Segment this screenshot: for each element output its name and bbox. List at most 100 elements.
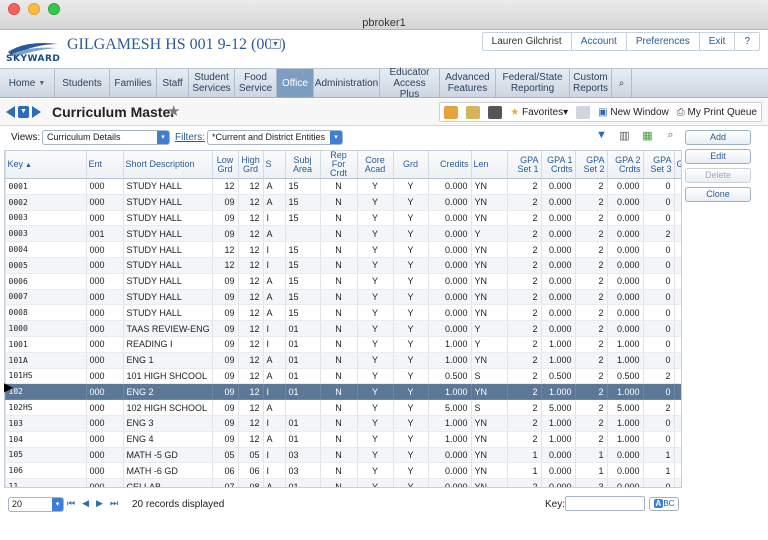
close-window-button[interactable]: [8, 3, 20, 15]
edit-button[interactable]: Edit: [685, 149, 751, 164]
table-row[interactable]: ▶102000ENG 20912I01NYY1.000YN21.00021.00…: [5, 383, 681, 401]
table-row[interactable]: ▶101HS000101 HIGH SHCOOL0912A01NYY0.500S…: [5, 368, 681, 385]
column-header-ent[interactable]: Ent: [86, 151, 124, 179]
cell-len: Y: [471, 336, 508, 353]
nav-tab-student-services[interactable]: Student Services: [189, 69, 235, 97]
table-row[interactable]: ▶0003000STUDY HALL0912I15NYY0.000YN20.00…: [5, 210, 681, 227]
column-header-gpa-1-crdts[interactable]: GPA 1 Crdts: [541, 151, 576, 179]
column-header-gpa-set-3[interactable]: GPA Set 3: [643, 151, 675, 179]
cell-gpa-1-crdts: 0.000: [541, 289, 576, 306]
views-select[interactable]: Curriculum Details ▾: [42, 130, 170, 145]
cell-g: [674, 368, 681, 385]
table-row[interactable]: ▶103000ENG 30912I01NYY1.000YN21.00021.00…: [5, 415, 681, 432]
minimize-window-button[interactable]: [28, 3, 40, 15]
nav-tab-educator-access-plus[interactable]: Educator Access Plus: [380, 67, 440, 100]
zoom-window-button[interactable]: [48, 3, 60, 15]
table-row[interactable]: ▶0005000STUDY HALL1212I15NYY0.000YN20.00…: [5, 257, 681, 274]
key-search-input[interactable]: [565, 496, 645, 511]
exit-link[interactable]: Exit: [698, 33, 735, 50]
last-page-icon[interactable]: ⏭: [110, 498, 118, 509]
column-header-gpa-set-1[interactable]: GPA Set 1: [507, 151, 542, 179]
school-dropdown-button[interactable]: ▼: [270, 39, 281, 49]
table-row[interactable]: ▶102HS000102 HIGH SCHOOL0912ANYY5.000S25…: [5, 399, 681, 416]
table-row[interactable]: ▶0006000STUDY HALL0912A15NYY0.000YN20.00…: [5, 273, 681, 290]
nav-tab-administration[interactable]: Administration: [314, 69, 380, 97]
nav-tab-food-service[interactable]: Food Service: [235, 69, 277, 97]
nav-tab-families[interactable]: Families: [110, 69, 157, 97]
nav-tab-federal-state-reporting[interactable]: Federal/State Reporting: [496, 69, 570, 97]
help-link[interactable]: ?: [734, 33, 759, 50]
first-page-icon[interactable]: ⏮: [67, 498, 75, 509]
column-header-low-grd[interactable]: Low Grd: [212, 151, 239, 179]
clone-button[interactable]: Clone: [685, 187, 751, 202]
alert-icon[interactable]: [444, 105, 459, 119]
table-row[interactable]: ▶105000MATH -5 GD0505I03NYY0.000YN10.000…: [5, 447, 681, 464]
table-row[interactable]: ▶1000000TAAS REVIEW-ENG0912I01NYY0.000Y2…: [5, 320, 681, 337]
cell-short-description: STUDY HALL: [123, 194, 213, 211]
delete-button[interactable]: Delete: [685, 168, 751, 183]
column-header-credits[interactable]: Credits: [428, 151, 472, 179]
forward-icon[interactable]: [32, 106, 41, 118]
print-queue-button[interactable]: ⎙ My Print Queue: [677, 107, 757, 118]
filters-link[interactable]: Filters:: [175, 132, 205, 143]
search-icon[interactable]: ⌕: [663, 129, 678, 144]
preferences-link[interactable]: Preferences: [625, 33, 699, 50]
nav-tab-advanced-features[interactable]: Advanced Features: [440, 69, 496, 97]
notes-icon[interactable]: [466, 105, 481, 119]
table-row[interactable]: ▶106000MATH -6 GD0606I03NYY0.000YN10.000…: [5, 462, 681, 480]
column-header-grd[interactable]: Grd: [393, 151, 429, 179]
column-header-gpa-set-2[interactable]: GPA Set 2: [575, 151, 608, 179]
nav-tab-staff[interactable]: Staff: [157, 69, 189, 97]
table-row[interactable]: ▶104000ENG 40912A01NYY1.000YN21.00021.00…: [5, 431, 681, 448]
chart-icon[interactable]: ▥: [617, 129, 632, 144]
chevron-down-icon[interactable]: ▼: [38, 78, 45, 89]
copy-icon[interactable]: [576, 105, 591, 119]
mouse-pointer-icon: ▶: [4, 380, 14, 394]
column-header-gpa-2-crdts[interactable]: GPA 2 Crdts: [607, 151, 644, 179]
nav-tab-students[interactable]: Students: [55, 69, 110, 97]
add-button[interactable]: Add: [685, 130, 751, 145]
favorite-star-icon[interactable]: ★: [167, 102, 180, 120]
nav-tab-home[interactable]: Home ▼: [0, 69, 55, 97]
table-row[interactable]: ▶11000CEI LAB0708A01NYY0.000YN20.00030.0…: [5, 478, 681, 487]
cell-g: [674, 336, 681, 353]
cell-gpa-1-crdts: 0.000: [541, 257, 576, 274]
next-page-icon[interactable]: ▶: [96, 498, 103, 509]
abc-sort-button[interactable]: A BC: [649, 497, 679, 511]
history-dropdown-icon[interactable]: ▼: [18, 106, 29, 118]
nav-tab-office[interactable]: Office: [277, 69, 314, 97]
nav-search-icon[interactable]: ⌕: [612, 69, 632, 97]
column-header-subj-area[interactable]: Subj Area: [285, 151, 321, 179]
column-header-rep-for-crdt[interactable]: Rep For Crdt: [320, 151, 358, 179]
table-row[interactable]: ▶0002000STUDY HALL0912A15NYY0.000YN20.00…: [5, 194, 681, 211]
nav-tab-custom-reports[interactable]: Custom Reports: [570, 69, 612, 97]
column-header-len[interactable]: Len: [471, 151, 508, 179]
cell-grd: Y: [393, 399, 429, 416]
prev-page-icon[interactable]: ◀: [82, 498, 89, 509]
column-header-key[interactable]: Key ▲: [5, 151, 87, 179]
column-header-s[interactable]: S: [263, 151, 286, 179]
column-header-high-grd[interactable]: High Grd: [238, 151, 264, 179]
cell-ent: 000: [86, 399, 124, 416]
camera-icon[interactable]: [488, 105, 503, 119]
table-row[interactable]: ▶0003001STUDY HALL0912ANYY0.000Y20.00020…: [5, 225, 681, 243]
table-row[interactable]: ▶1001000READING I0912I01NYY1.000Y21.0002…: [5, 336, 681, 353]
nav-tab-label: Advanced Features: [445, 72, 490, 94]
export-icon[interactable]: ▦: [640, 129, 655, 144]
table-row[interactable]: ▶0001000STUDY HALL1212A15NYY0.000YN20.00…: [5, 178, 681, 195]
table-row[interactable]: ▶0008000STUDY HALL0912A15NYY0.000YN20.00…: [5, 304, 681, 322]
column-header-short-description[interactable]: Short Description: [123, 151, 213, 179]
filter-icon[interactable]: ▼: [594, 129, 609, 144]
back-icon[interactable]: [6, 106, 15, 118]
column-header-core-acad[interactable]: Core Acad: [357, 151, 394, 179]
table-row[interactable]: ▶101A000ENG 10912A01NYY1.000YN21.00021.0…: [5, 352, 681, 369]
table-row[interactable]: ▶0007000STUDY HALL0912A15NYY0.000YN20.00…: [5, 289, 681, 306]
filters-select[interactable]: *Current and District Entities ▾: [207, 130, 343, 145]
new-window-button[interactable]: ▣ New Window: [598, 107, 669, 118]
table-row[interactable]: ▶0004000STUDY HALL1212I15NYY0.000YN20.00…: [5, 241, 681, 258]
favorites-menu[interactable]: ★ Favorites▾: [510, 107, 568, 118]
column-header-g[interactable]: G: [674, 151, 681, 179]
cell-g: [674, 320, 681, 337]
page-size-select[interactable]: 20 ▾: [8, 497, 64, 512]
account-link[interactable]: Account: [570, 33, 626, 50]
